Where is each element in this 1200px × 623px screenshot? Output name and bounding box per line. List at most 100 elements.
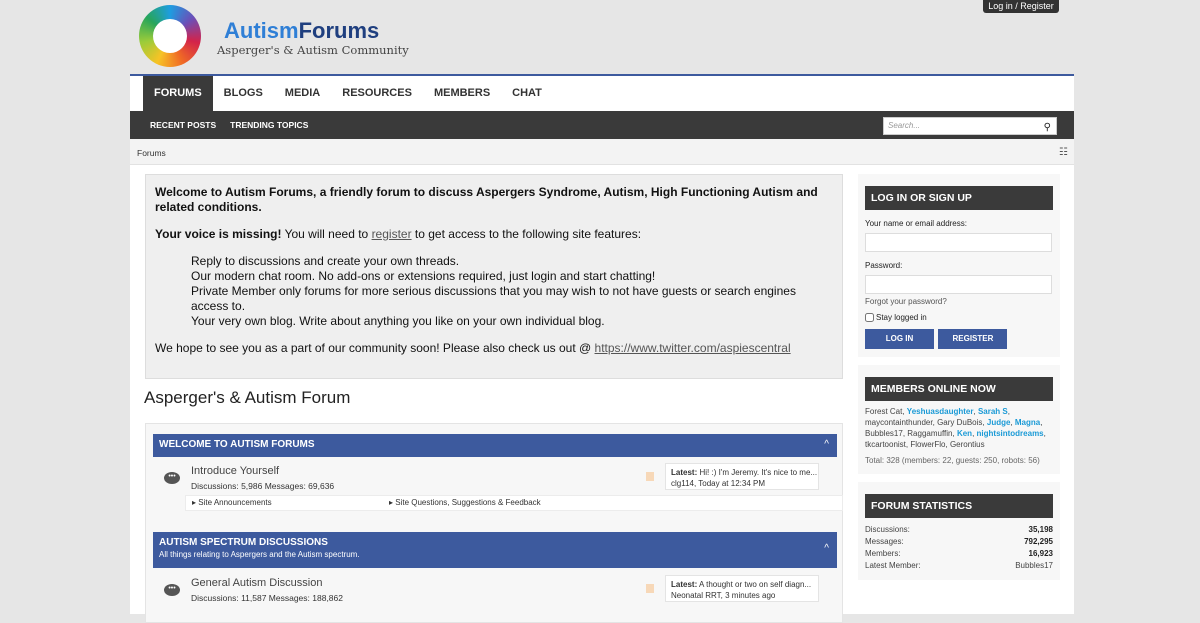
- subforum-list: ▸ Site Announcements ▸ Site Questions, S…: [185, 495, 843, 511]
- online-member-link[interactable]: maycontainthunder: [865, 418, 933, 427]
- twitter-link[interactable]: https://www.twitter.com/aspiescentral: [595, 341, 791, 355]
- online-member-link[interactable]: Yeshuasdaughter: [907, 407, 974, 416]
- forgot-password-link[interactable]: Forgot your password?: [865, 297, 1053, 306]
- nav-chat[interactable]: CHAT: [501, 76, 553, 111]
- subforum-link[interactable]: ▸ Site Questions, Suggestions & Feedback: [389, 496, 541, 510]
- latest-post[interactable]: Latest: Hi! :) I'm Jeremy. It's nice to …: [665, 463, 819, 490]
- online-member-link[interactable]: Raggamuffin: [907, 429, 952, 438]
- name-label: Your name or email address:: [865, 219, 967, 228]
- brand-name[interactable]: AutismForums: [224, 18, 379, 44]
- online-member-link[interactable]: Bubbles17: [865, 429, 903, 438]
- sidebar: LOG IN OR SIGN UP Your name or email add…: [858, 174, 1060, 588]
- collapse-icon[interactable]: ^: [824, 439, 829, 450]
- category-title[interactable]: WELCOME TO AUTISM FORUMS: [159, 439, 831, 450]
- login-button[interactable]: LOG IN: [865, 329, 934, 349]
- category-header[interactable]: AUTISM SPECTRUM DISCUSSIONS All things r…: [153, 532, 837, 568]
- online-member-link[interactable]: Magna: [1015, 418, 1040, 427]
- username-input[interactable]: [865, 233, 1052, 252]
- node-title[interactable]: General Autism Discussion: [191, 577, 322, 589]
- collapse-icon[interactable]: ^: [824, 543, 829, 554]
- online-member-link[interactable]: tkcartoonist: [865, 440, 906, 449]
- online-member-link[interactable]: Sarah S: [978, 407, 1008, 416]
- category-title[interactable]: AUTISM SPECTRUM DISCUSSIONS: [159, 537, 831, 548]
- nav-media[interactable]: MEDIA: [274, 76, 331, 111]
- breadcrumb-forums[interactable]: Forums: [137, 148, 166, 158]
- stay-logged-in-label[interactable]: Stay logged in: [876, 313, 927, 322]
- members-online-title: MEMBERS ONLINE NOW: [865, 377, 1053, 401]
- notice-welcome: Welcome to Autism Forums, a friendly for…: [155, 185, 818, 214]
- subnav-recent-posts[interactable]: RECENT POSTS: [143, 120, 223, 130]
- login-title: LOG IN OR SIGN UP: [865, 186, 1053, 210]
- feature-item: Your very own blog. Write about anything…: [191, 314, 605, 328]
- subforum-label: Site Questions, Suggestions & Feedback: [395, 498, 541, 507]
- subforum-label: Site Announcements: [198, 498, 272, 507]
- notice-text-a: You will need to: [281, 227, 372, 241]
- feature-item: Reply to discussions and create your own…: [191, 254, 460, 268]
- search-icon[interactable]: ⚲: [1044, 120, 1051, 136]
- stat-row: Latest Member: Bubbles17: [865, 560, 1053, 572]
- online-member-link[interactable]: Gerontius: [950, 440, 985, 449]
- notice-text-b: to get access to the following site feat…: [411, 227, 642, 241]
- main-nav: FORUMS BLOGS MEDIA RESOURCES MEMBERS CHA…: [130, 76, 1074, 111]
- stat-value: 35,198: [1028, 525, 1053, 534]
- sitemap-icon[interactable]: ☷: [1059, 147, 1068, 158]
- category-description: All things relating to Aspergers and the…: [159, 550, 360, 559]
- register-button[interactable]: REGISTER: [938, 329, 1008, 349]
- members-online-block: MEMBERS ONLINE NOW Forest Cat, Yeshuasda…: [858, 365, 1060, 474]
- online-member-link[interactable]: Forest Cat: [865, 407, 902, 416]
- forum-list: WELCOME TO AUTISM FORUMS ^ ••• Introduce…: [145, 423, 843, 623]
- notice-closing: We hope to see you as a part of our comm…: [155, 341, 595, 355]
- online-member-link[interactable]: FlowerFlo: [910, 440, 945, 449]
- forum-node: ••• General Autism Discussion Discussion…: [153, 571, 837, 623]
- stat-label: Messages:: [865, 537, 904, 546]
- latest-member-link[interactable]: Bubbles17: [1015, 560, 1053, 572]
- category-header[interactable]: WELCOME TO AUTISM FORUMS ^: [153, 434, 837, 457]
- stat-label: Latest Member:: [865, 561, 921, 570]
- online-member-link[interactable]: Ken: [957, 429, 972, 438]
- online-member-link[interactable]: Judge: [987, 418, 1011, 427]
- site-logo[interactable]: [139, 5, 201, 67]
- breadcrumb: Forums ☷: [130, 139, 1074, 165]
- welcome-notice: Welcome to Autism Forums, a friendly for…: [145, 174, 843, 379]
- rss-icon[interactable]: [646, 584, 654, 593]
- latest-label: Latest:: [671, 468, 698, 477]
- chat-bubble-icon: •••: [164, 584, 180, 596]
- stat-row: Discussions: 35,198: [865, 524, 1053, 536]
- latest-by: Neonatal RRT, 3 minutes ago: [671, 591, 776, 600]
- tagline: Asperger's & Autism Community: [217, 43, 409, 57]
- rss-icon[interactable]: [646, 472, 654, 481]
- login-block: LOG IN OR SIGN UP Your name or email add…: [858, 174, 1060, 357]
- password-input[interactable]: [865, 275, 1052, 294]
- latest-by: clg114, Today at 12:34 PM: [671, 479, 765, 488]
- stay-logged-in-checkbox[interactable]: [865, 313, 874, 322]
- node-title[interactable]: Introduce Yourself: [191, 465, 279, 477]
- nav-forums[interactable]: FORUMS: [143, 76, 213, 111]
- latest-label: Latest:: [671, 580, 698, 589]
- subnav-trending-topics[interactable]: TRENDING TOPICS: [223, 120, 315, 130]
- brand-name-a: Autism: [224, 18, 299, 43]
- stat-label: Discussions:: [865, 525, 910, 534]
- members-online-list: Forest Cat, Yeshuasdaughter, Sarah S, ma…: [865, 407, 1046, 449]
- subforum-link[interactable]: ▸ Site Announcements: [192, 496, 272, 510]
- online-member-link[interactable]: Gary DuBois: [937, 418, 982, 427]
- brand-name-b: Forums: [298, 18, 380, 43]
- nav-blogs[interactable]: BLOGS: [213, 76, 274, 111]
- online-total: Total: 328 (members: 22, guests: 250, ro…: [865, 456, 1040, 465]
- login-register-button[interactable]: Log in / Register: [983, 0, 1059, 13]
- latest-title[interactable]: Hi! :) I'm Jeremy. It's nice to me...: [699, 468, 817, 477]
- search-input[interactable]: Search... ⚲: [883, 117, 1057, 135]
- latest-post[interactable]: Latest: A thought or two on self diagn..…: [665, 575, 819, 602]
- feature-item: Private Member only forums for more seri…: [191, 284, 796, 313]
- forum-title: Asperger's & Autism Forum: [144, 388, 351, 407]
- stat-row: Members: 16,923: [865, 548, 1053, 560]
- chat-bubble-icon: •••: [164, 472, 180, 484]
- feature-item: Our modern chat room. No add-ons or exte…: [191, 269, 656, 283]
- latest-title[interactable]: A thought or two on self diagn...: [699, 580, 811, 589]
- nav-members[interactable]: MEMBERS: [423, 76, 501, 111]
- page-container: FORUMS BLOGS MEDIA RESOURCES MEMBERS CHA…: [130, 74, 1074, 623]
- online-member-link[interactable]: nightsintodreams: [977, 429, 1044, 438]
- node-stats: Discussions: 11,587 Messages: 188,862: [191, 593, 343, 603]
- nav-resources[interactable]: RESOURCES: [331, 76, 423, 111]
- search-placeholder: Search...: [888, 121, 921, 130]
- register-link[interactable]: register: [372, 227, 412, 241]
